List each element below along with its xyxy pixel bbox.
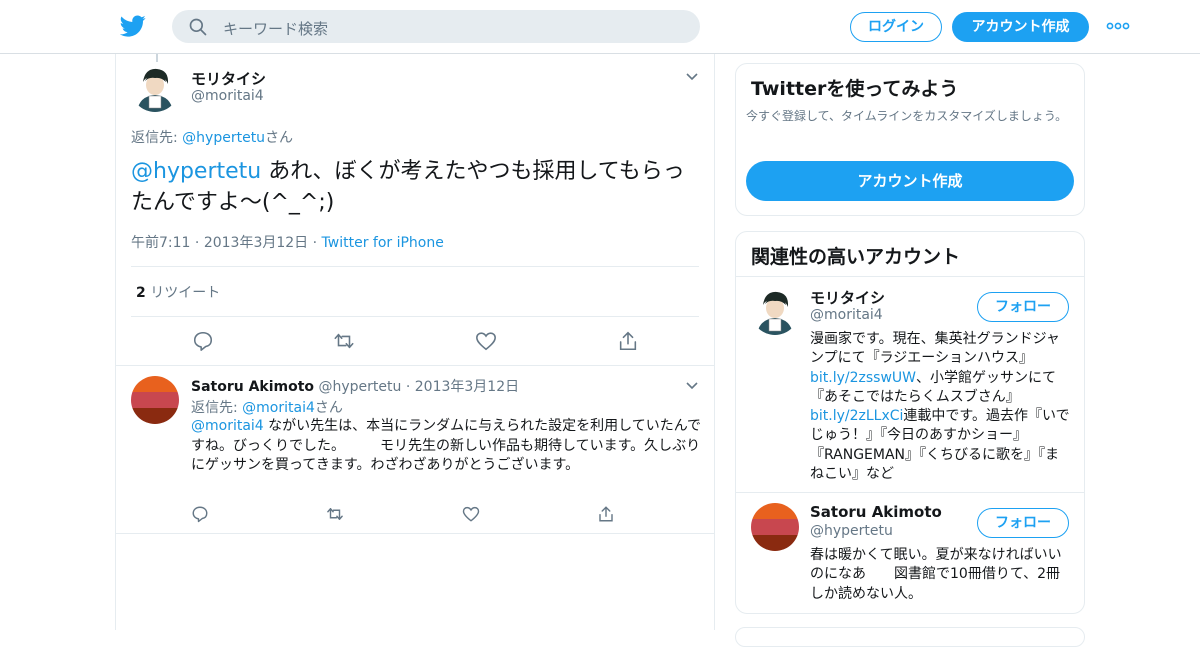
account-item[interactable]: モリタイシ @moritai4 フォロー 漫画家です。現在、集英社グランドジャン… — [736, 277, 1084, 492]
card-title: 関連性の高いアカウント — [751, 246, 961, 268]
reply-tweet[interactable]: Satoru Akimoto @hypertetu · 2013年3月12日 返… — [116, 366, 714, 534]
reply-to-link[interactable]: @hypertetu — [182, 130, 265, 146]
reply-icon[interactable] — [191, 505, 209, 523]
related-accounts-card: 関連性の高いアカウント モリタイシ @moritai4 フォロー 漫画家です。現… — [735, 231, 1085, 614]
top-bar: キーワード検索 ログイン アカウント作成 — [0, 0, 1200, 54]
avatar[interactable] — [751, 503, 799, 551]
reply-prefix: 返信先: — [191, 400, 243, 416]
meta-separator: · — [308, 235, 322, 251]
avatar[interactable] — [751, 287, 799, 335]
account-name[interactable]: モリタイシ — [810, 287, 885, 308]
mention-link[interactable]: @moritai4 — [191, 418, 264, 434]
account-bio: 漫画家です。現在、集英社グランドジャンプにて『ラジエーションハウス』 bit.ly… — [810, 330, 1072, 484]
thread-connector — [156, 54, 158, 62]
author-name[interactable]: Satoru Akimoto — [191, 379, 314, 395]
reply-icon[interactable] — [192, 330, 214, 352]
follow-button[interactable]: フォロー — [977, 508, 1069, 538]
divider — [116, 533, 714, 534]
more-dots-icon[interactable] — [1106, 20, 1130, 32]
retweet-icon[interactable] — [333, 330, 355, 352]
tweet-time[interactable]: 午前7:11 — [131, 235, 190, 251]
avatar[interactable] — [131, 376, 179, 424]
account-name[interactable]: Satoru Akimoto — [810, 503, 942, 521]
chevron-down-icon[interactable] — [685, 381, 699, 391]
tweet-text: @hypertetu あれ、ぼくが考えたやつも採用してもらったんですよ〜(^_^… — [131, 156, 701, 218]
author-handle[interactable]: @moritai4 — [191, 88, 264, 104]
tweet-text: @moritai4 ながい先生は、本当にランダムに与えられた設定を利用していたん… — [191, 417, 703, 476]
signup-button[interactable]: アカウント作成 — [952, 12, 1089, 42]
divider — [131, 316, 699, 317]
search-icon — [189, 18, 207, 36]
reply-suffix: さん — [265, 130, 294, 146]
reply-suffix: さん — [314, 400, 343, 416]
retweet-count: 2 — [136, 285, 146, 301]
retweet-label: リツイート — [145, 285, 221, 301]
timeline-column: モリタイシ @moritai4 返信先: @hypertetuさん @hyper… — [115, 54, 715, 630]
follow-button[interactable]: フォロー — [977, 292, 1069, 322]
tweet-date[interactable]: 2013年3月12日 — [204, 235, 308, 251]
login-button[interactable]: ログイン — [850, 12, 942, 42]
account-item[interactable]: Satoru Akimoto @hypertetu フォロー 春は暖かくて眠い。… — [736, 493, 1084, 613]
signup-card: Twitterを使ってみよう 今すぐ登録して、タイムラインをカスタマイズしましょ… — [735, 63, 1085, 216]
like-icon[interactable] — [462, 505, 480, 523]
bio-text: 漫画家です。現在、集英社グランドジャンプにて『ラジエーションハウス』 — [810, 331, 1060, 367]
meta-separator: · — [190, 235, 204, 251]
card-description: 今すぐ登録して、タイムラインをカスタマイズしましょう。 — [746, 109, 1068, 123]
next-card — [735, 627, 1085, 647]
author-handle[interactable]: @hypertetu — [319, 379, 402, 395]
avatar[interactable] — [131, 64, 179, 112]
reply-context: 返信先: @moritai4さん — [191, 397, 343, 417]
mention-link[interactable]: @hypertetu — [131, 159, 261, 184]
tweet-meta: 午前7:11 · 2013年3月12日 · Twitter for iPhone — [131, 232, 444, 252]
tweet-date[interactable]: 2013年3月12日 — [415, 379, 519, 395]
bio-link[interactable]: bit.ly/2zsswUW — [810, 370, 916, 386]
card-title: Twitterを使ってみよう — [751, 78, 959, 100]
author-name[interactable]: モリタイシ — [191, 68, 266, 89]
reply-prefix: 返信先: — [131, 130, 183, 146]
retweet-icon[interactable] — [326, 505, 344, 523]
chevron-down-icon[interactable] — [685, 72, 699, 82]
share-icon[interactable] — [597, 505, 615, 523]
signup-card-button[interactable]: アカウント作成 — [746, 161, 1074, 201]
reply-context: 返信先: @hypertetuさん — [131, 127, 293, 147]
bio-link[interactable]: bit.ly/2zLLxCi — [810, 408, 903, 424]
account-handle[interactable]: @hypertetu — [810, 523, 893, 539]
account-handle[interactable]: @moritai4 — [810, 307, 883, 323]
search-input[interactable]: キーワード検索 — [172, 10, 700, 43]
divider — [131, 266, 699, 267]
tweet-source-link[interactable]: Twitter for iPhone — [322, 235, 444, 251]
twitter-bird-icon[interactable] — [120, 13, 146, 39]
account-bio: 春は暖かくて眠い。夏が来なければいいのになあ 図書館で10冊借りて、2冊しか読め… — [810, 547, 1062, 602]
retweet-stats[interactable]: 2 リツイート — [136, 282, 220, 302]
tweet-body: ながい先生は、本当にランダムに与えられた設定を利用していたんですね。びっくりでし… — [191, 418, 702, 473]
like-icon[interactable] — [475, 330, 497, 352]
search-placeholder: キーワード検索 — [223, 20, 329, 38]
tweet-header: Satoru Akimoto @hypertetu · 2013年3月12日 — [191, 376, 519, 396]
reply-to-link[interactable]: @moritai4 — [242, 400, 315, 416]
meta-separator: · — [401, 379, 415, 395]
share-icon[interactable] — [617, 330, 639, 352]
